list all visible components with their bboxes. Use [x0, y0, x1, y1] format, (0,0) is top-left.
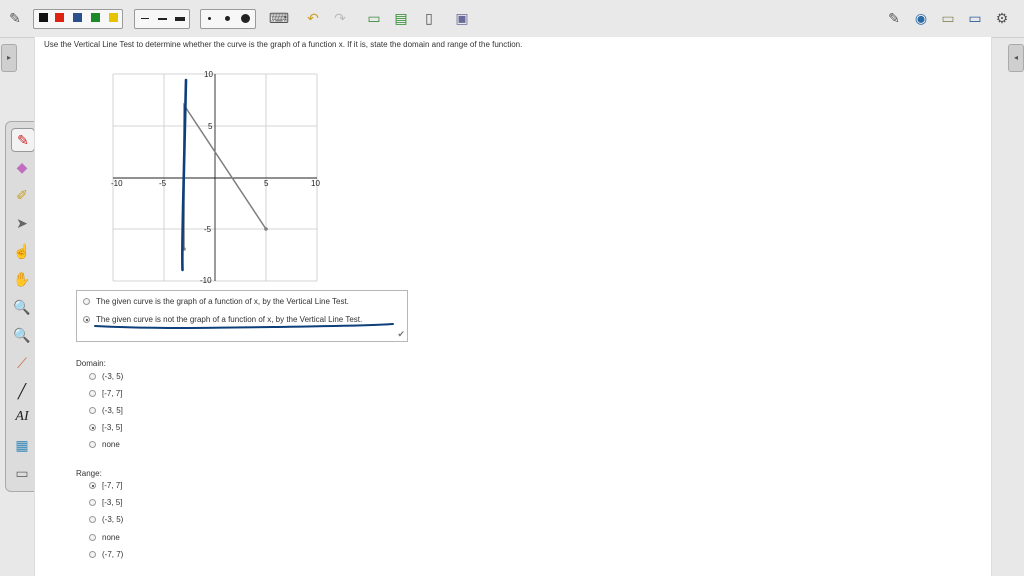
range-radio-selected[interactable]: [89, 482, 96, 490]
domain-option-label: (-3, 5]: [102, 406, 123, 415]
line-tool-icon[interactable]: ╱: [11, 380, 33, 402]
check-mark-icon: ✔: [397, 329, 405, 339]
point-small-option[interactable]: [208, 17, 211, 20]
range-radio[interactable]: [89, 499, 96, 507]
choice-radio[interactable]: [83, 298, 90, 306]
redo-icon[interactable]: ↷: [329, 8, 351, 28]
range-label: Range:: [76, 469, 102, 478]
domain-option-label: [-7, 7]: [102, 389, 123, 398]
highlighter-icon[interactable]: ✐: [11, 184, 33, 206]
screen-icon[interactable]: ▣: [451, 8, 473, 28]
choice-is-function[interactable]: The given curve is the graph of a functi…: [83, 297, 349, 306]
range-option[interactable]: none: [89, 533, 120, 542]
edit-icon[interactable]: ✎: [883, 8, 905, 28]
domain-radio[interactable]: [89, 373, 96, 381]
line-medium-option[interactable]: [158, 18, 167, 20]
answer-choices-box: The given curve is the graph of a functi…: [76, 290, 408, 342]
monitor-icon[interactable]: ▭: [964, 8, 986, 28]
range-option-label: (-3, 5): [102, 515, 124, 524]
underline-ink-stroke: [94, 323, 394, 329]
range-option[interactable]: [-3, 5]: [89, 498, 122, 507]
x-tick-label: -5: [159, 179, 167, 188]
point-medium-option[interactable]: [225, 16, 230, 21]
domain-option[interactable]: none: [89, 440, 120, 449]
question-text: Use the Vertical Line Test to determine …: [44, 40, 523, 49]
domain-option-label: [-3, 5]: [102, 423, 123, 432]
right-panel-toggle[interactable]: ◂: [1008, 44, 1024, 72]
content-area: Use the Vertical Line Test to determine …: [34, 37, 992, 576]
domain-radio-selected[interactable]: [89, 424, 96, 432]
add-page-icon[interactable]: ▭: [363, 8, 385, 28]
point-size-palette: [200, 9, 256, 29]
domain-label: Domain:: [76, 359, 106, 368]
folder-icon[interactable]: ▭: [937, 8, 959, 28]
y-tick-label: 5: [208, 122, 213, 131]
pen-tool-icon[interactable]: ✎: [11, 128, 35, 152]
left-panel-toggle[interactable]: ▸: [1, 44, 17, 72]
pan-hand-icon[interactable]: ✋: [11, 268, 33, 290]
eyedropper-icon[interactable]: ⟋: [11, 352, 33, 374]
y-tick-label: 10: [204, 70, 213, 79]
undo-icon[interactable]: ↶: [302, 8, 324, 28]
pen-icon[interactable]: ✎: [4, 8, 26, 28]
color-green-swatch[interactable]: [91, 13, 100, 22]
domain-radio[interactable]: [89, 441, 96, 449]
blank-page-icon[interactable]: ▯: [418, 8, 440, 28]
range-option-label: [-3, 5]: [102, 498, 123, 507]
color-black-swatch[interactable]: [39, 13, 48, 22]
color-palette: [33, 9, 123, 29]
y-tick-label: -10: [200, 276, 212, 285]
color-yellow-swatch[interactable]: [109, 13, 118, 22]
range-radio[interactable]: [89, 551, 96, 559]
color-blue-swatch[interactable]: [73, 13, 82, 22]
pointer-hand-icon[interactable]: ☝: [11, 240, 33, 262]
x-tick-label: 10: [311, 179, 320, 188]
domain-option[interactable]: (-3, 5]: [89, 406, 123, 415]
domain-radio[interactable]: [89, 390, 96, 398]
graph-axes: [113, 74, 317, 281]
domain-option-label: (-3, 5): [102, 372, 124, 381]
range-option-label: (-7, 7): [102, 550, 124, 559]
color-red-swatch[interactable]: [55, 13, 64, 22]
y-tick-label: -5: [204, 225, 212, 234]
range-option[interactable]: [-7, 7]: [89, 481, 122, 490]
domain-option[interactable]: [-3, 5]: [89, 423, 122, 432]
globe-icon[interactable]: ◉: [910, 8, 932, 28]
select-arrow-icon[interactable]: ➤: [11, 212, 33, 234]
top-toolbar: ✎ ⌨ ↶ ↷ ▭ ▤ ▯ ▣ ✎ ◉ ▭ ▭ ⚙: [0, 0, 1024, 38]
choice-radio-selected[interactable]: [83, 316, 90, 324]
export-icon[interactable]: ▤: [390, 8, 412, 28]
range-option-label: [-7, 7]: [102, 481, 123, 490]
range-option-label: none: [102, 533, 120, 542]
image-tool-icon[interactable]: ▦: [11, 434, 33, 456]
range-option[interactable]: (-3, 5): [89, 515, 123, 524]
text-tool-icon[interactable]: AI: [11, 406, 33, 428]
function-curve: [183, 102, 267, 249]
range-radio[interactable]: [89, 534, 96, 542]
choice-label: The given curve is the graph of a functi…: [96, 297, 349, 306]
point-large-option[interactable]: [241, 14, 250, 23]
domain-radio[interactable]: [89, 407, 96, 415]
settings-icon[interactable]: ⚙: [991, 8, 1013, 28]
domain-option[interactable]: [-7, 7]: [89, 389, 122, 398]
line-width-palette: [134, 9, 190, 29]
zoom-out-icon[interactable]: 🔍: [11, 324, 33, 346]
keyboard-icon[interactable]: ⌨: [268, 8, 290, 28]
x-tick-label: 5: [264, 179, 269, 188]
line-thin-option[interactable]: [141, 18, 149, 19]
zoom-in-icon[interactable]: 🔍: [11, 296, 33, 318]
eraser-icon[interactable]: ◆: [11, 156, 33, 178]
domain-option[interactable]: (-3, 5): [89, 372, 123, 381]
x-tick-label: -10: [111, 179, 123, 188]
line-thick-option[interactable]: [175, 17, 185, 21]
domain-option-label: none: [102, 440, 120, 449]
keyboard-tool-icon[interactable]: ▭: [11, 462, 33, 484]
range-option[interactable]: (-7, 7): [89, 550, 123, 559]
range-radio[interactable]: [89, 516, 96, 524]
curve-endpoint: [264, 227, 268, 231]
function-graph: -10 -5 5 10 10 5 -5 -10: [111, 70, 320, 285]
